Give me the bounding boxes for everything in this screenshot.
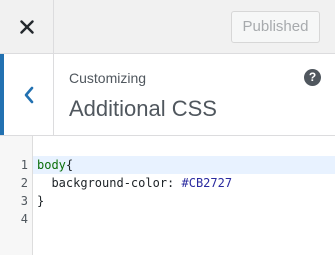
active-line-highlight	[33, 156, 335, 174]
css-selector: body	[37, 158, 66, 172]
code-text[interactable]: }	[37, 192, 44, 210]
code-text[interactable]: body{	[37, 156, 73, 174]
published-button[interactable]: Published	[231, 11, 320, 43]
chevron-left-icon	[24, 86, 33, 103]
close-brace: }	[37, 194, 45, 208]
code-line-2[interactable]: 2 background-color: #CB2727	[0, 174, 335, 192]
breadcrumb: Customizing	[69, 70, 147, 86]
line-number: 2	[20, 176, 28, 190]
css-property: background-color:	[51, 176, 175, 190]
code-line-3[interactable]: 3 }	[0, 192, 335, 210]
line-number: 1	[20, 158, 28, 172]
line-number: 3	[20, 194, 28, 208]
css-code-editor[interactable]: 1 body{ 2 background-color: #CB2727 3 } …	[0, 136, 335, 255]
help-button[interactable]: ?	[304, 69, 321, 86]
close-button[interactable]	[0, 0, 54, 53]
code-line-4[interactable]: 4	[0, 210, 335, 228]
question-icon: ?	[308, 70, 317, 84]
back-button[interactable]	[0, 54, 54, 135]
close-icon	[19, 19, 34, 34]
page-title: Additional CSS	[69, 96, 217, 121]
line-number: 4	[20, 212, 28, 226]
customizer-topbar: Published	[0, 0, 335, 54]
customizer-panel: Published Customizing Additional CSS ? 1…	[0, 0, 335, 255]
code-line-1[interactable]: 1 body{	[0, 156, 335, 174]
open-brace: {	[65, 158, 74, 172]
section-header: Customizing Additional CSS ?	[0, 54, 335, 136]
css-value: #CB2727	[174, 176, 233, 190]
code-text[interactable]: background-color: #CB2727	[37, 174, 232, 192]
